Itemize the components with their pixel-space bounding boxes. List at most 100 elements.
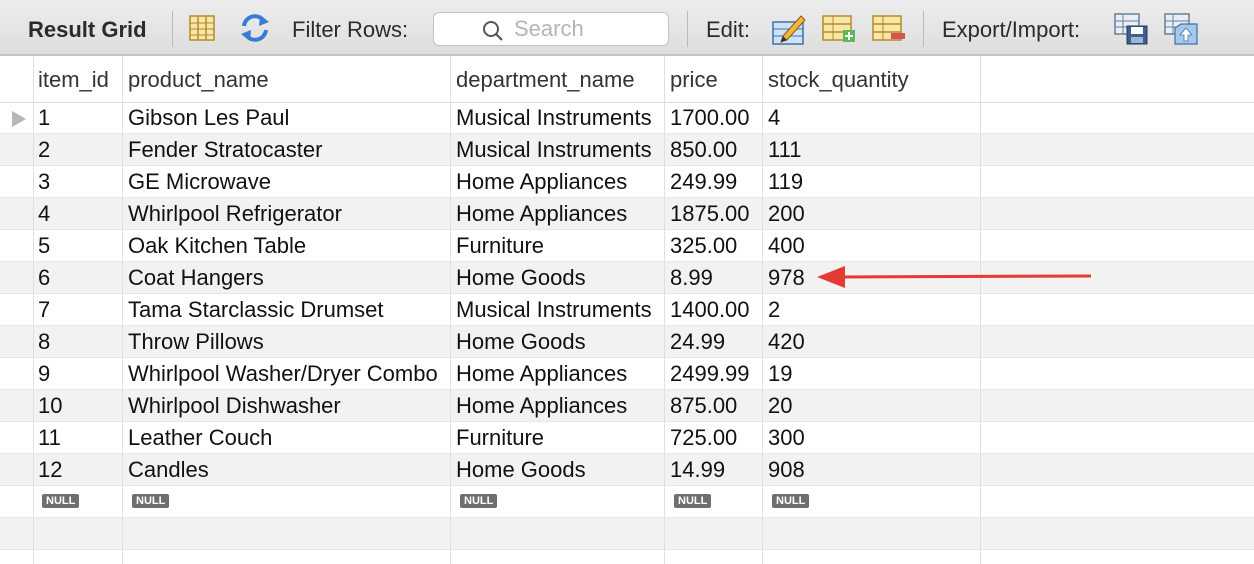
cell-stock-quantity[interactable]: 300 (768, 425, 805, 451)
cell-stock-quantity[interactable]: 420 (768, 329, 805, 355)
column-header-item-id[interactable]: item_id (38, 67, 109, 93)
export-icon[interactable] (1113, 12, 1149, 51)
grid-layout-icon[interactable] (188, 14, 216, 47)
column-divider (664, 56, 665, 564)
cell-stock-quantity[interactable]: 111 (768, 137, 801, 163)
cell-price[interactable]: 14.99 (670, 457, 725, 483)
cell-department-name[interactable]: Home Appliances (456, 201, 627, 227)
table-row[interactable]: 1 Gibson Les Paul Musical Instruments 1700.… (0, 102, 1254, 134)
cell-department-name[interactable]: Home Goods (456, 457, 586, 483)
cell-item-id[interactable]: 3 (38, 169, 50, 195)
table-row[interactable]: 2 Fender Stratocaster Musical Instruments 8… (0, 134, 1254, 166)
filter-rows-label: Filter Rows: (292, 17, 409, 42)
cell-price[interactable]: 2499.99 (670, 361, 750, 387)
cell-item-id[interactable]: 4 (38, 201, 50, 227)
cell-product-name[interactable]: Throw Pillows (128, 329, 264, 355)
red-arrow-annotation (817, 266, 1092, 288)
add-row-icon[interactable] (821, 14, 857, 49)
cell-department-name[interactable]: Home Goods (456, 329, 586, 355)
column-header-price[interactable]: price (670, 67, 718, 93)
row-pointer-icon (12, 111, 26, 127)
cell-product-name[interactable]: Candles (128, 457, 209, 483)
cell-price[interactable]: 24.99 (670, 329, 725, 355)
column-header-department-name[interactable]: department_name (456, 67, 635, 93)
cell-item-id[interactable]: 8 (38, 329, 50, 355)
cell-item-id[interactable]: 10 (38, 393, 62, 419)
null-badge: NULL (674, 494, 712, 508)
cell-department-name[interactable]: Home Appliances (456, 169, 627, 195)
filter-search-box[interactable] (433, 12, 669, 46)
cell-stock-quantity[interactable]: 20 (768, 393, 792, 419)
result-grid-table: item_id product_name department_name pri… (0, 56, 1254, 564)
table-header-row: item_id product_name department_name pri… (0, 56, 1254, 103)
cell-stock-quantity[interactable]: 19 (768, 361, 792, 387)
result-grid-title: Result Grid (28, 17, 147, 42)
cell-price[interactable]: 850.00 (670, 137, 737, 163)
cell-product-name[interactable]: Tama Starclassic Drumset (128, 297, 384, 323)
column-header-stock-quantity[interactable]: stock_quantity (768, 67, 909, 93)
cell-product-name[interactable]: Fender Stratocaster (128, 137, 322, 163)
cell-department-name[interactable]: Musical Instruments (456, 297, 652, 323)
column-header-product-name[interactable]: product_name (128, 67, 269, 93)
cell-price[interactable]: 725.00 (670, 425, 737, 451)
toolbar-divider (923, 11, 924, 47)
cell-stock-quantity[interactable]: 2 (768, 297, 780, 323)
cell-item-id[interactable]: 12 (38, 457, 62, 483)
cell-product-name[interactable]: Coat Hangers (128, 265, 264, 291)
cell-product-name[interactable]: GE Microwave (128, 169, 271, 195)
cell-item-id[interactable]: 1 (38, 105, 50, 131)
cell-item-id[interactable]: 11 (38, 425, 61, 451)
cell-department-name[interactable]: Home Appliances (456, 393, 627, 419)
cell-product-name[interactable]: Gibson Les Paul (128, 105, 289, 131)
search-input[interactable] (514, 15, 664, 43)
table-row[interactable]: 4 Whirlpool Refrigerator Home Appliances 18… (0, 198, 1254, 230)
cell-price[interactable]: 1875.00 (670, 201, 750, 227)
table-row[interactable]: 10 Whirlpool Dishwasher Home Appliances 875… (0, 390, 1254, 422)
cell-stock-quantity[interactable]: 4 (768, 105, 780, 131)
cell-department-name[interactable]: Furniture (456, 425, 544, 451)
cell-price[interactable]: 1400.00 (670, 297, 750, 323)
cell-department-name[interactable]: Musical Instruments (456, 137, 652, 163)
table-row[interactable]: 12 Candles Home Goods 14.99 908 (0, 454, 1254, 486)
cell-price[interactable]: 8.99 (670, 265, 713, 291)
null-badge: NULL (460, 494, 498, 508)
table-row[interactable]: 7 Tama Starclassic Drumset Musical Instrum… (0, 294, 1254, 326)
table-row[interactable]: 8 Throw Pillows Home Goods 24.99 420 (0, 326, 1254, 358)
null-badge: NULL (42, 494, 80, 508)
edit-cell-icon[interactable] (771, 12, 807, 51)
cell-product-name[interactable]: Leather Couch (128, 425, 272, 451)
table-row[interactable]: 11 Leather Couch Furniture 725.00 300 (0, 422, 1254, 454)
cell-item-id[interactable]: 6 (38, 265, 50, 291)
cell-item-id[interactable]: 7 (38, 297, 50, 323)
cell-product-name[interactable]: Oak Kitchen Table (128, 233, 306, 259)
cell-department-name[interactable]: Furniture (456, 233, 544, 259)
cell-product-name[interactable]: Whirlpool Washer/Dryer Combo (128, 361, 438, 387)
cell-item-id[interactable]: 9 (38, 361, 50, 387)
cell-department-name[interactable]: Home Appliances (456, 361, 627, 387)
cell-price[interactable]: 1700.00 (670, 105, 750, 131)
cell-product-name[interactable]: Whirlpool Refrigerator (128, 201, 342, 227)
cell-stock-quantity[interactable]: 119 (768, 169, 803, 195)
cell-price[interactable]: 875.00 (670, 393, 737, 419)
table-row[interactable]: 9 Whirlpool Washer/Dryer Combo Home Applia… (0, 358, 1254, 390)
cell-price[interactable]: 325.00 (670, 233, 737, 259)
cell-stock-quantity[interactable]: 400 (768, 233, 805, 259)
export-import-label: Export/Import: (942, 17, 1081, 42)
refresh-icon[interactable] (238, 12, 272, 49)
cell-product-name[interactable]: Whirlpool Dishwasher (128, 393, 341, 419)
cell-department-name[interactable]: Musical Instruments (456, 105, 652, 131)
null-badge: NULL (772, 494, 810, 508)
cell-item-id[interactable]: 2 (38, 137, 50, 163)
cell-item-id[interactable]: 5 (38, 233, 50, 259)
cell-stock-quantity[interactable]: 978 (768, 265, 805, 291)
toolbar-divider (687, 11, 688, 47)
cell-price[interactable]: 249.99 (670, 169, 737, 195)
cell-stock-quantity[interactable]: 908 (768, 457, 805, 483)
cell-stock-quantity[interactable]: 200 (768, 201, 805, 227)
import-icon[interactable] (1163, 12, 1201, 51)
null-placeholder-row[interactable]: NULL NULL NULL NULL NULL (0, 486, 1254, 518)
table-row[interactable]: 3 GE Microwave Home Appliances 249.99 119 (0, 166, 1254, 198)
search-icon (482, 20, 504, 47)
cell-department-name[interactable]: Home Goods (456, 265, 586, 291)
delete-row-icon[interactable] (871, 14, 907, 49)
